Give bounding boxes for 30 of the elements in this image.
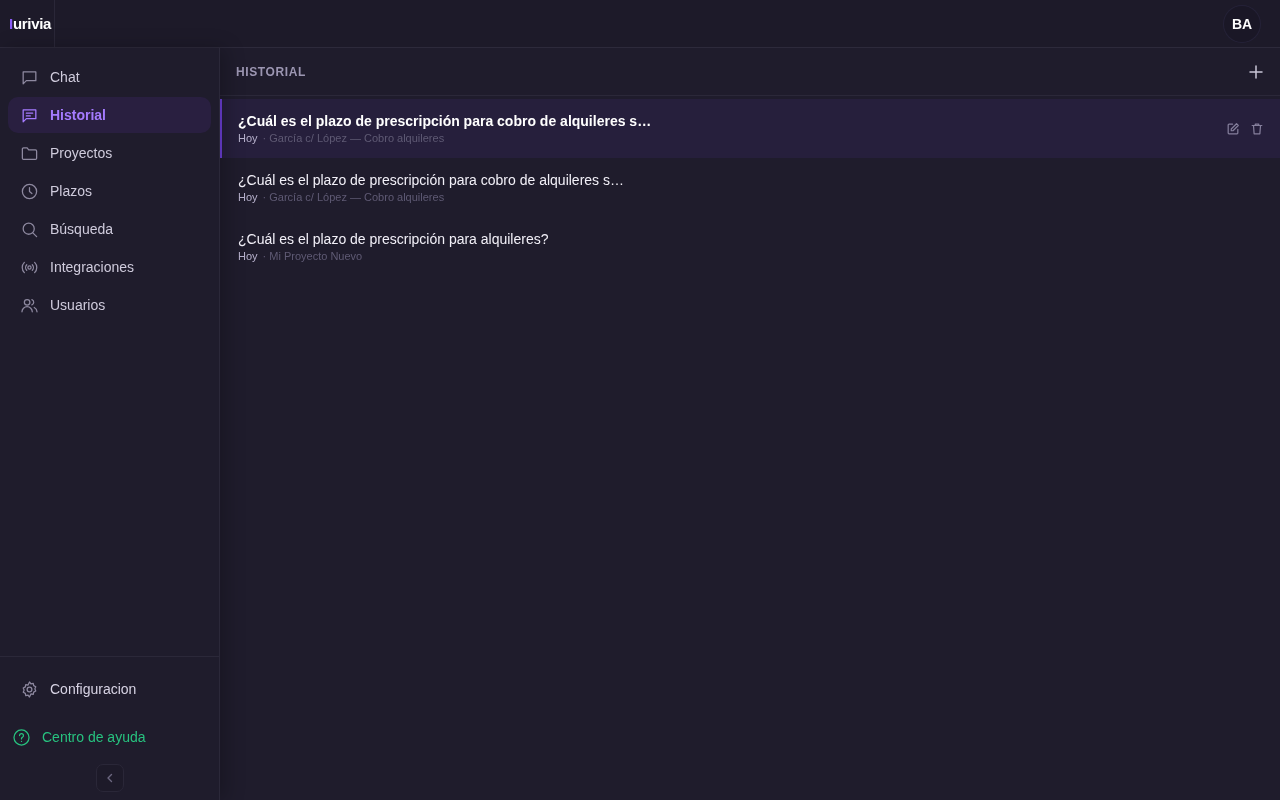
conversation-title: ¿Cuál es el plazo de prescripción para cobro de alquileres s… xyxy=(238,113,653,129)
sidebar-item[interactable]: Chat xyxy=(8,59,211,95)
sidebar-item[interactable]: Usuarios xyxy=(8,287,211,323)
sidebar-item[interactable]: Historial xyxy=(8,97,211,133)
plus-icon[interactable] xyxy=(1248,63,1264,80)
history-item[interactable]: ¿Cuál es el plazo de prescripción para cobro de alquileres s… Hoy · García c/ López — Cobro alquileres xyxy=(220,158,1280,217)
help-icon xyxy=(12,727,31,747)
conversation-title: ¿Cuál es el plazo de prescripción para alquileres? xyxy=(238,231,550,247)
sidebar-item[interactable]: Plazos xyxy=(8,173,211,209)
user-avatar[interactable]: BA xyxy=(1224,5,1260,42)
trash-icon xyxy=(1250,121,1264,136)
app-logo: Iurivia xyxy=(9,15,52,32)
sidebar-item[interactable]: Búsqueda xyxy=(8,211,211,247)
edit-button[interactable] xyxy=(1226,121,1240,136)
conversation-date: Hoy xyxy=(238,250,258,262)
settings-icon xyxy=(20,679,39,699)
clock-icon xyxy=(20,181,39,201)
conversation-date: Hoy xyxy=(238,191,258,203)
sidebar-item[interactable]: Proyectos xyxy=(8,135,211,171)
edit-icon xyxy=(1226,121,1240,136)
help-link[interactable]: Centro de ayuda xyxy=(8,719,211,755)
sidebar-item[interactable]: Integraciones xyxy=(8,249,211,285)
history-item[interactable]: ¿Cuál es el plazo de prescripción para alquileres? Hoy · Mi Proyecto Nuevo xyxy=(220,217,1280,276)
section-title: HISTORIAL xyxy=(236,64,306,79)
conversation-date: Hoy xyxy=(238,132,258,144)
conversation-project: · García c/ López — Cobro alquileres xyxy=(262,191,445,203)
conversation-title: ¿Cuál es el plazo de prescripción para cobro de alquileres s… xyxy=(238,172,625,188)
delete-button[interactable] xyxy=(1250,121,1264,136)
settings-item[interactable]: Configuracion xyxy=(8,671,211,707)
conversation-project: · Mi Proyecto Nuevo xyxy=(262,250,363,262)
